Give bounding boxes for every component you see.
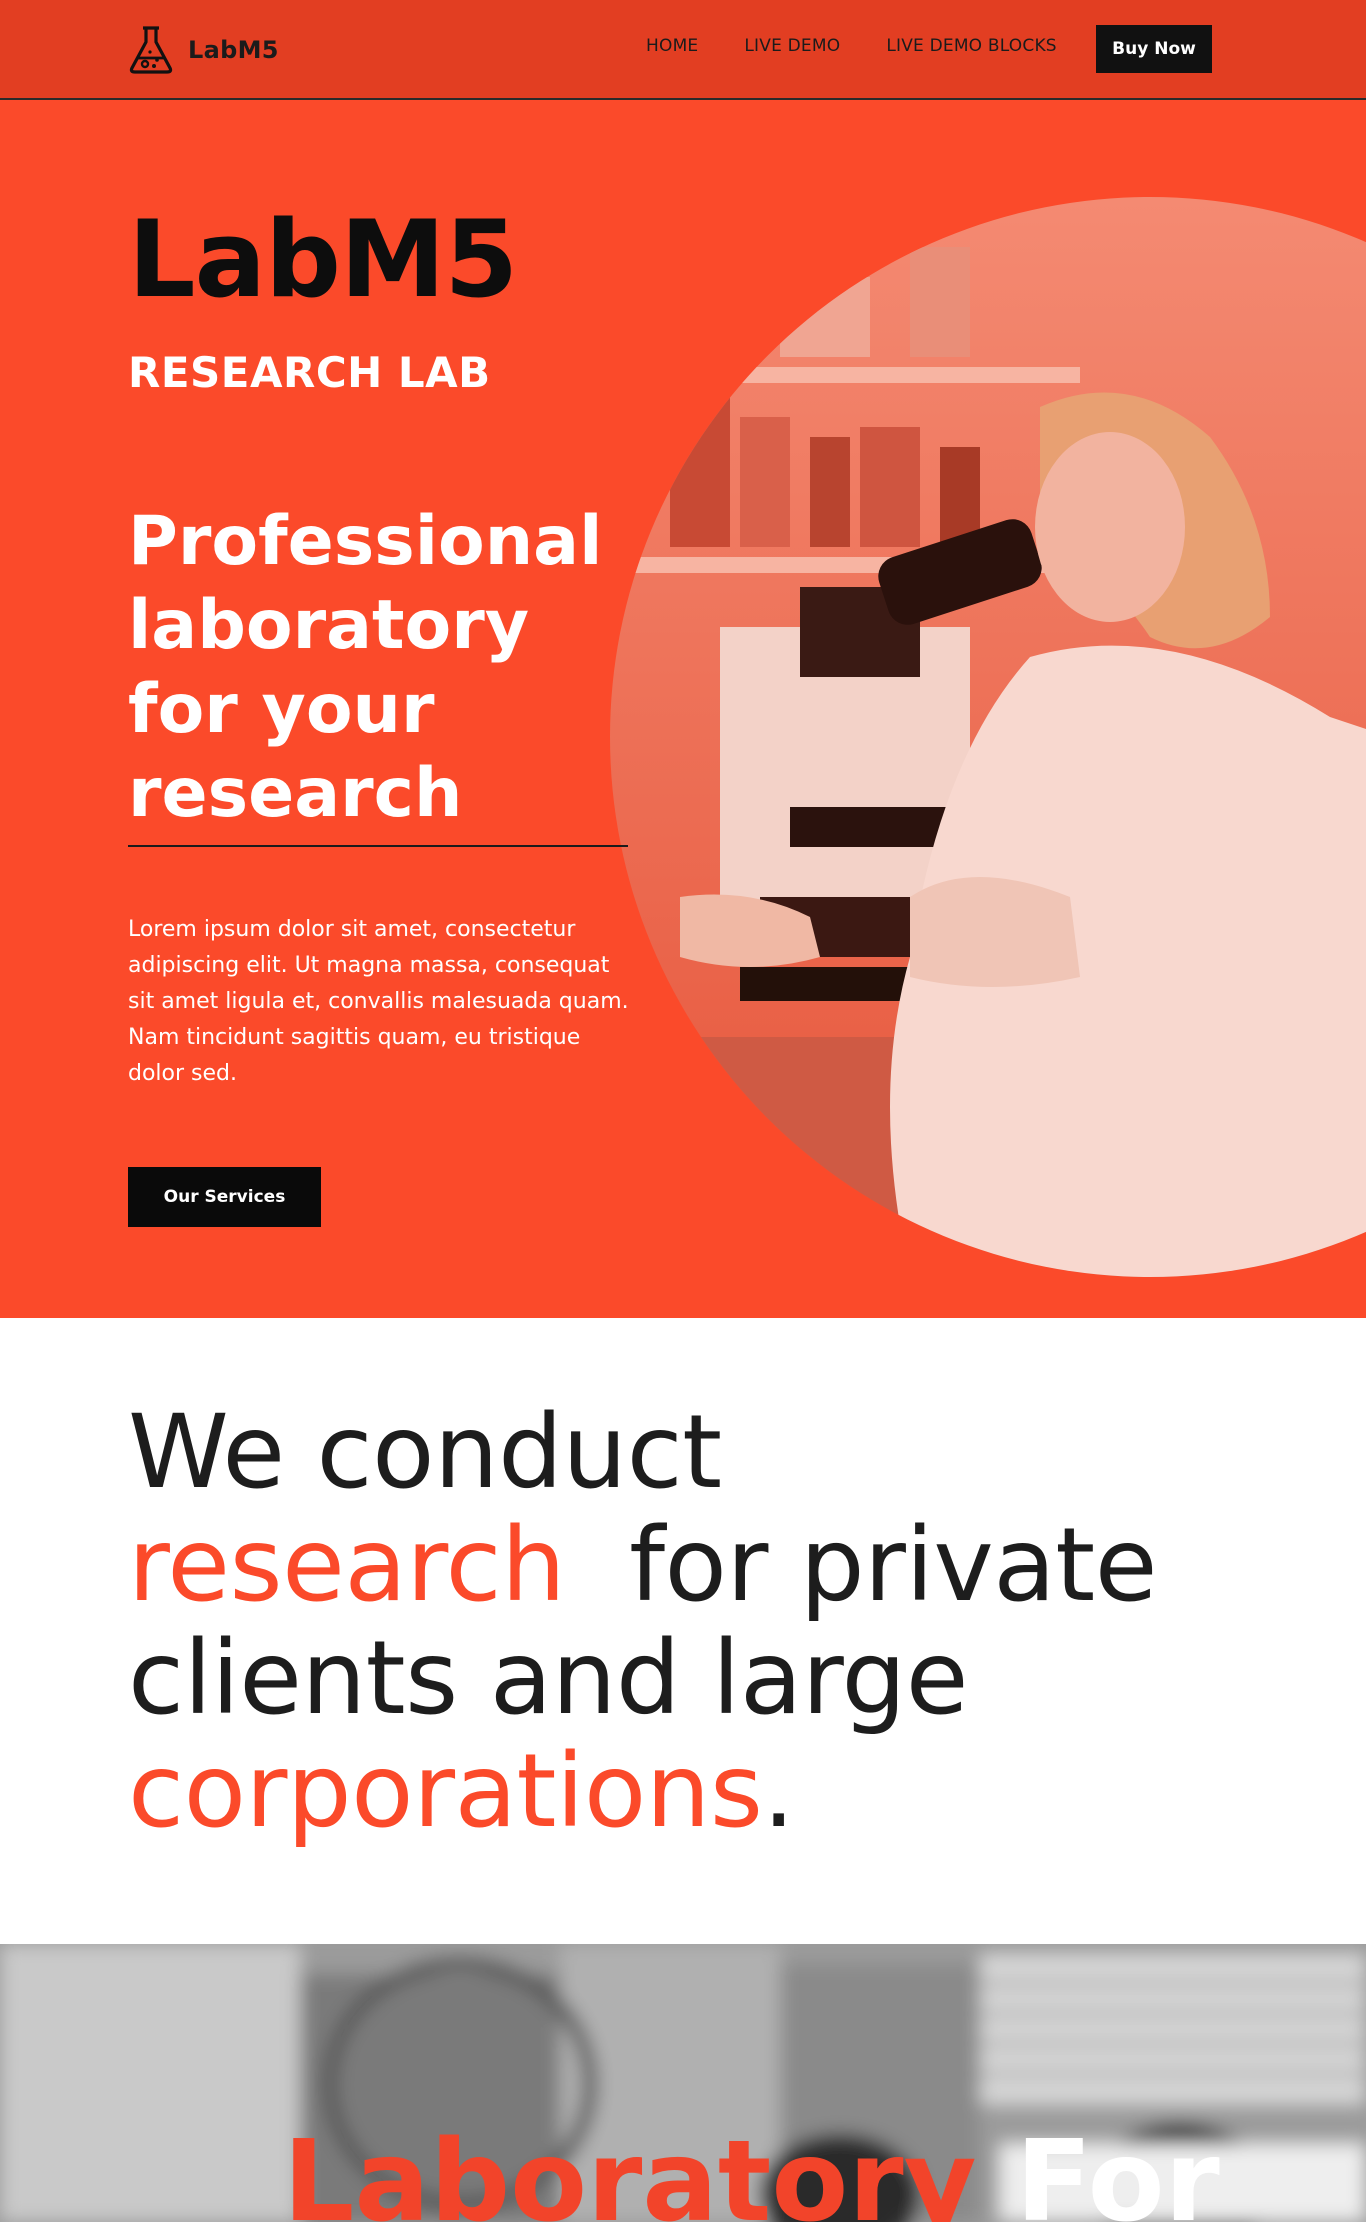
- statement-accent-research: research: [128, 1506, 566, 1625]
- nav-home[interactable]: HOME: [646, 36, 698, 56]
- flask-icon: [129, 26, 173, 74]
- main-nav: HOME LIVE DEMO LIVE DEMO BLOCKS: [646, 36, 1057, 56]
- laboratory-banner: Laboratory For: [0, 1944, 1366, 2222]
- nav-live-demo-blocks[interactable]: LIVE DEMO BLOCKS: [886, 36, 1056, 56]
- hero-headline: Professional laboratory for your researc…: [128, 502, 603, 833]
- hero-subtitle: RESEARCH LAB: [128, 348, 491, 397]
- mission-statement: We conduct research for private clients …: [128, 1396, 1278, 1848]
- hero-lab-image: [610, 197, 1366, 1277]
- hero-title: LabM5: [128, 198, 518, 321]
- our-services-button[interactable]: Our Services: [128, 1167, 321, 1227]
- banner-title-accent: Laboratory: [283, 2117, 977, 2222]
- hero-description: Lorem ipsum dolor sit amet, consectetur …: [128, 917, 629, 1086]
- brand-name: LabM5: [188, 36, 279, 64]
- banner-title-plain: For: [1015, 2117, 1220, 2222]
- site-header: LabM5 HOME LIVE DEMO LIVE DEMO BLOCKS Bu…: [0, 0, 1366, 100]
- nav-live-demo[interactable]: LIVE DEMO: [744, 36, 840, 56]
- buy-now-button[interactable]: Buy Now: [1096, 25, 1212, 73]
- hero-divider: [128, 845, 628, 847]
- statement-period: .: [762, 1732, 795, 1851]
- banner-title: Laboratory For: [283, 2126, 1220, 2222]
- hero-section: LabM5 RESEARCH LAB Professional laborato…: [0, 100, 1366, 1318]
- statement-text-1: We conduct: [128, 1393, 722, 1512]
- brand-logo-link[interactable]: LabM5: [128, 24, 279, 76]
- statement-accent-corporations: corporations: [128, 1732, 763, 1851]
